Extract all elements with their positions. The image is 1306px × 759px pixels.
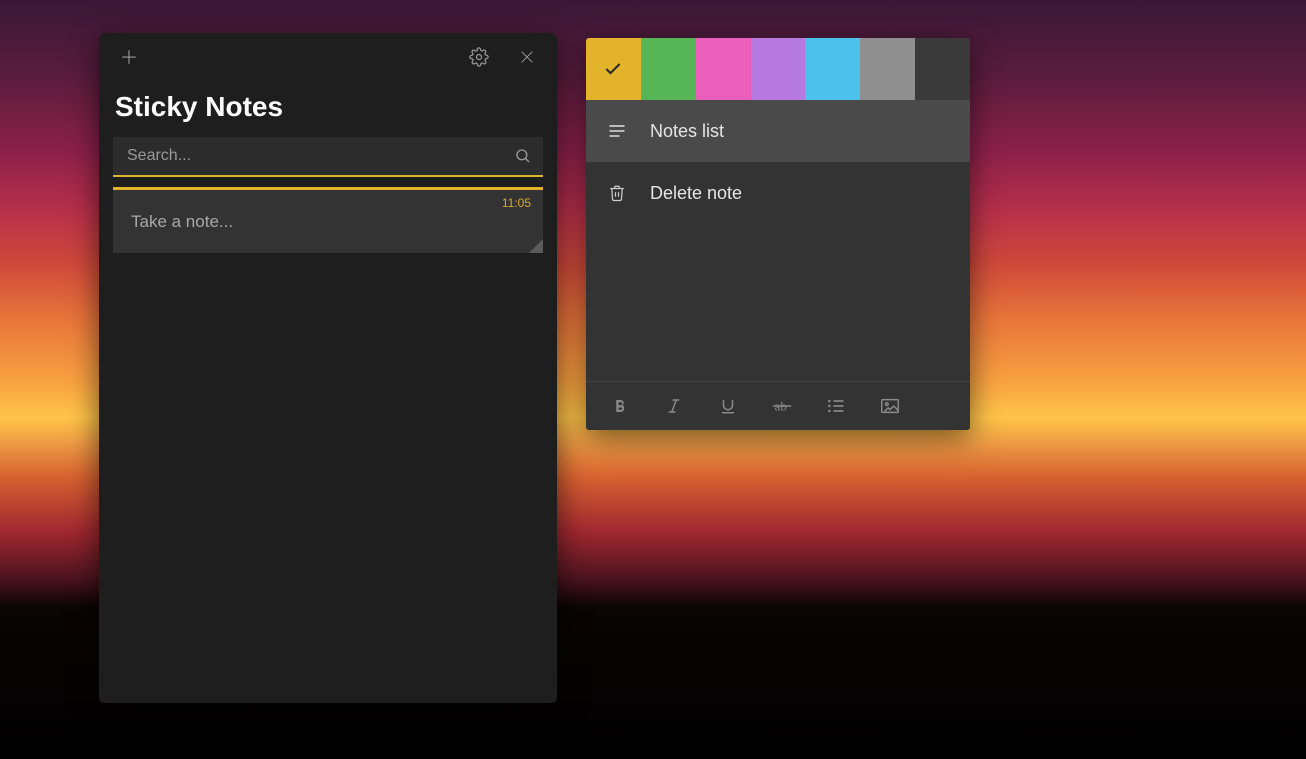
settings-button[interactable] <box>455 33 503 81</box>
color-swatch-green[interactable] <box>641 38 696 100</box>
note-body[interactable] <box>586 224 970 381</box>
note-card[interactable]: 11:05 Take a note... <box>113 187 543 253</box>
note-timestamp: 11:05 <box>502 196 531 210</box>
check-icon <box>603 59 623 79</box>
format-underline-button[interactable] <box>702 382 754 430</box>
new-note-button[interactable] <box>105 33 153 81</box>
format-toolbar: ab <box>586 382 970 430</box>
image-icon <box>879 395 901 417</box>
main-titlebar <box>99 33 557 81</box>
color-swatch-charcoal[interactable] <box>915 38 970 100</box>
underline-icon <box>719 397 737 415</box>
color-swatch-blue[interactable] <box>805 38 860 100</box>
bold-icon <box>611 397 629 415</box>
list-icon <box>826 396 846 416</box>
note-menu: Notes list Delete note <box>586 100 970 224</box>
notes-list: 11:05 Take a note... <box>99 177 557 263</box>
color-swatch-purple[interactable] <box>751 38 806 100</box>
notes-list-icon <box>606 121 628 141</box>
color-picker-row <box>586 38 970 100</box>
close-icon <box>519 49 535 65</box>
color-swatch-pink[interactable] <box>696 38 751 100</box>
search-button[interactable] <box>503 147 543 165</box>
note-preview-text: Take a note... <box>131 200 525 232</box>
menu-delete-note-label: Delete note <box>650 183 742 204</box>
format-italic-button[interactable] <box>648 382 700 430</box>
trash-icon <box>606 184 628 202</box>
strikethrough-icon: ab <box>771 395 793 417</box>
color-swatch-yellow[interactable] <box>586 38 641 100</box>
format-strike-button[interactable]: ab <box>756 382 808 430</box>
menu-delete-note[interactable]: Delete note <box>586 162 970 224</box>
menu-notes-list-label: Notes list <box>650 121 724 142</box>
menu-notes-list[interactable]: Notes list <box>586 100 970 162</box>
sticky-note-window: Notes list Delete note ab <box>586 38 970 430</box>
close-button[interactable] <box>503 33 551 81</box>
format-image-button[interactable] <box>864 382 916 430</box>
format-bold-button[interactable] <box>594 382 646 430</box>
search-input[interactable] <box>113 147 503 165</box>
search-bar <box>113 137 543 177</box>
italic-icon <box>665 397 683 415</box>
sticky-notes-main-window: Sticky Notes 11:05 Take a note... <box>99 33 557 703</box>
color-swatch-gray[interactable] <box>860 38 915 100</box>
note-fold-corner <box>529 239 543 253</box>
search-icon <box>514 147 532 165</box>
gear-icon <box>469 47 489 67</box>
format-bullets-button[interactable] <box>810 382 862 430</box>
app-title: Sticky Notes <box>99 81 557 137</box>
